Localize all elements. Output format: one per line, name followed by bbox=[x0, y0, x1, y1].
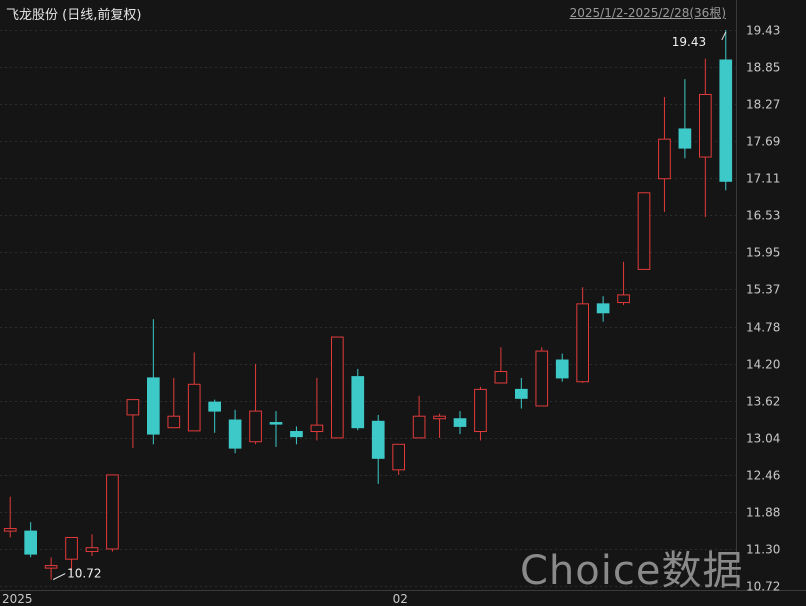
y-tick-label: 16.53 bbox=[746, 209, 780, 223]
x-tick-label: 02 bbox=[393, 592, 408, 606]
y-tick-label: 18.27 bbox=[746, 98, 780, 112]
candle-body-up bbox=[106, 474, 119, 550]
y-tick-label: 15.37 bbox=[746, 283, 780, 297]
candle-body-up bbox=[310, 424, 324, 433]
candle-body-down bbox=[228, 419, 242, 449]
candle-body-down bbox=[290, 431, 303, 438]
candle-body-up bbox=[576, 303, 590, 383]
low-pointer bbox=[52, 573, 66, 581]
candle-body-down bbox=[351, 376, 365, 429]
candle-body-up bbox=[167, 415, 181, 429]
y-tick-label: 19.43 bbox=[746, 24, 780, 38]
candlestick-chart: 19.43 18.85 18.27 17.69 17.11 16.53 15.95 15.37… bbox=[0, 0, 806, 606]
candle-body-up bbox=[65, 536, 78, 560]
candle-body-up bbox=[44, 565, 58, 569]
candle-body-down bbox=[678, 128, 692, 149]
candle-body-up bbox=[85, 547, 99, 553]
candle-body-down bbox=[269, 422, 283, 425]
candle-body-up bbox=[392, 443, 406, 471]
candle-body-up bbox=[249, 410, 262, 443]
watermark-text: Choice数据 bbox=[520, 548, 744, 594]
y-tick-label: 18.85 bbox=[746, 61, 780, 75]
high-pointer bbox=[721, 31, 727, 41]
candle-body-down bbox=[208, 401, 222, 412]
candle-body-up bbox=[433, 415, 446, 420]
candle-body-down bbox=[514, 388, 528, 399]
candle-body-up bbox=[535, 350, 549, 407]
y-tick-label: 10.72 bbox=[746, 580, 780, 594]
chart-title: 飞龙股份 (日线,前复权) bbox=[6, 8, 142, 23]
y-tick-label: 15.95 bbox=[746, 246, 780, 260]
y-tick-label: 17.69 bbox=[746, 135, 780, 149]
y-tick-label: 13.04 bbox=[746, 432, 780, 446]
candle-body-up bbox=[3, 528, 17, 532]
candle-body-down bbox=[596, 303, 610, 314]
candle-body-up bbox=[412, 415, 426, 439]
candle-body-up bbox=[658, 138, 671, 180]
candle-body-up bbox=[637, 192, 651, 270]
y-tick-label: 14.78 bbox=[746, 321, 780, 335]
y-tick-label: 17.11 bbox=[746, 172, 780, 186]
candle-body-up bbox=[617, 294, 630, 304]
y-tick-label: 11.88 bbox=[746, 506, 780, 520]
y-tick-label: 12.46 bbox=[746, 469, 780, 483]
y-tick-label: 11.30 bbox=[746, 543, 780, 557]
candle-body-down bbox=[24, 530, 38, 555]
candle-body-down bbox=[453, 418, 467, 427]
y-tick-label: 13.62 bbox=[746, 395, 780, 409]
high-price-label: 19.43 bbox=[672, 35, 706, 49]
candle-body-down bbox=[371, 420, 385, 459]
candle-body-up bbox=[494, 371, 508, 384]
candle-body-down bbox=[555, 359, 569, 379]
low-price-label: 10.72 bbox=[67, 567, 101, 581]
candle-body-up bbox=[187, 383, 201, 432]
x-tick-label: 2025 bbox=[2, 592, 33, 606]
candle-body-down bbox=[719, 59, 733, 182]
candle-body-up bbox=[698, 93, 712, 158]
candle-body-up bbox=[126, 399, 140, 416]
date-range-link[interactable]: 2025/1/2-2025/2/28(36根) bbox=[570, 4, 726, 21]
candle-body-up bbox=[474, 388, 487, 433]
candle-body-up bbox=[330, 336, 344, 439]
candle-body-down bbox=[146, 377, 160, 435]
y-tick-label: 14.20 bbox=[746, 358, 780, 372]
